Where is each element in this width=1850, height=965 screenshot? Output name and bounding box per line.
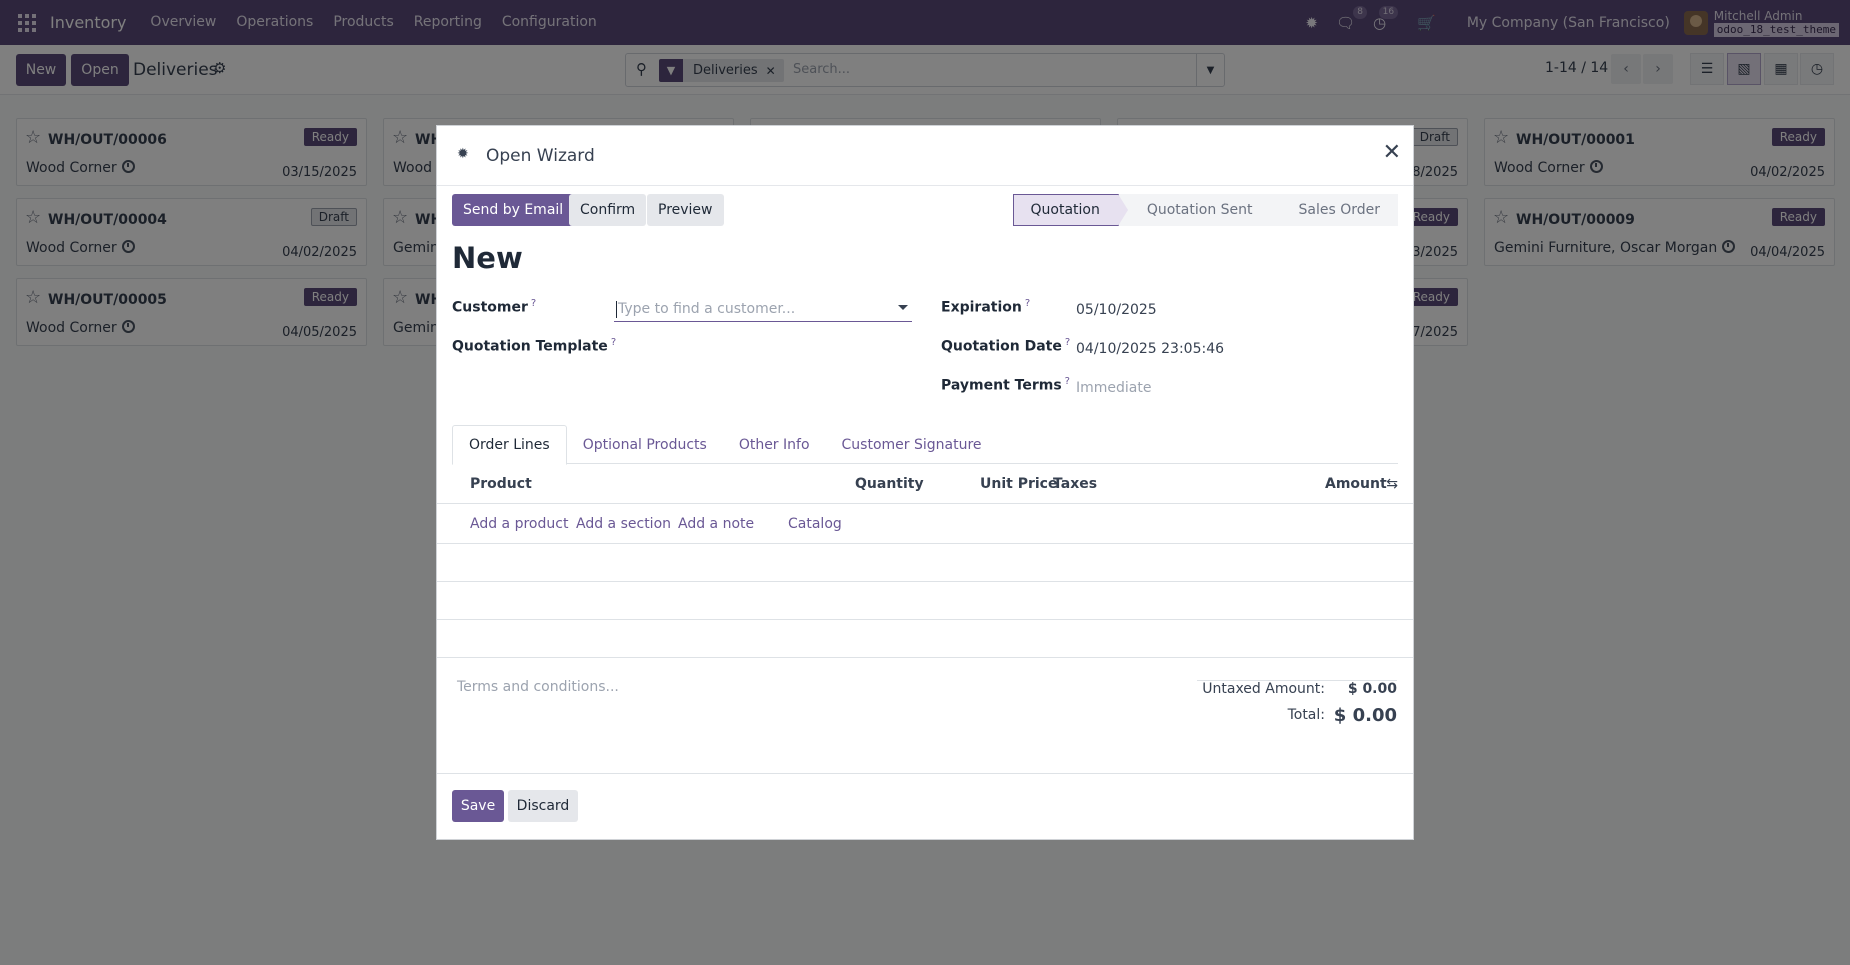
- close-icon[interactable]: ✕: [1383, 140, 1401, 165]
- dialog-title: Open Wizard: [486, 146, 595, 166]
- untaxed-amount-label: Untaxed Amount:: [1202, 681, 1325, 697]
- customer-placeholder: Type to find a customer...: [618, 301, 796, 317]
- column-quantity[interactable]: Quantity: [855, 476, 924, 492]
- status-quotation[interactable]: Quotation: [1012, 194, 1128, 226]
- empty-row: [437, 620, 1413, 658]
- dialog-header: ✹ Open Wizard ✕: [437, 126, 1413, 186]
- notebook-tabs: Order Lines Optional Products Other Info…: [452, 425, 1398, 465]
- tab-customer-signature[interactable]: Customer Signature: [826, 425, 998, 464]
- quotation-date-label-text: Quotation Date: [941, 338, 1062, 355]
- tab-other-info[interactable]: Other Info: [723, 425, 826, 464]
- payment-terms-label: Payment Terms?: [941, 376, 1070, 394]
- catalog-link[interactable]: Catalog: [788, 516, 842, 532]
- status-quotation-sent[interactable]: Quotation Sent: [1118, 194, 1281, 226]
- expiration-label: Expiration?: [941, 298, 1030, 316]
- column-unit-price[interactable]: Unit Price: [980, 476, 1057, 492]
- expiration-field[interactable]: 05/10/2025: [1076, 302, 1157, 318]
- empty-row: [437, 544, 1413, 582]
- add-line-row: Add a product Add a section Add a note C…: [437, 504, 1413, 544]
- payment-terms-field[interactable]: Immediate: [1076, 380, 1151, 396]
- column-taxes[interactable]: Taxes: [1053, 476, 1097, 492]
- confirm-button[interactable]: Confirm: [569, 194, 647, 226]
- help-tooltip-icon[interactable]: ?: [1025, 298, 1030, 309]
- column-amount[interactable]: Amount: [1325, 476, 1387, 492]
- bug-icon: ✹: [457, 146, 469, 162]
- column-product[interactable]: Product: [470, 476, 532, 492]
- chevron-down-icon[interactable]: [898, 305, 908, 310]
- help-tooltip-icon[interactable]: ?: [1065, 337, 1070, 348]
- status-sales-order-label: Sales Order: [1298, 202, 1381, 218]
- send-by-email-button[interactable]: Send by Email: [452, 194, 575, 226]
- status-quotation-sent-label: Quotation Sent: [1146, 202, 1253, 218]
- discard-button[interactable]: Discard: [508, 790, 578, 822]
- quotation-template-label-text: Quotation Template: [452, 338, 608, 355]
- customer-field[interactable]: Type to find a customer...: [614, 296, 912, 322]
- quotation-date-label: Quotation Date?: [941, 337, 1070, 355]
- empty-row: [437, 582, 1413, 620]
- order-lines-header: Product Quantity Unit Price Taxes Amount…: [437, 464, 1413, 504]
- payment-terms-label-text: Payment Terms: [941, 377, 1062, 394]
- status-quotation-label: Quotation: [1030, 202, 1100, 218]
- expiration-label-text: Expiration: [941, 299, 1022, 316]
- status-sales-order[interactable]: Sales Order: [1270, 194, 1398, 226]
- tab-optional-products[interactable]: Optional Products: [567, 425, 723, 464]
- help-tooltip-icon[interactable]: ?: [531, 298, 536, 309]
- customer-label: Customer?: [452, 298, 536, 316]
- record-name: New: [452, 241, 523, 275]
- add-product-link[interactable]: Add a product: [470, 516, 568, 532]
- help-tooltip-icon[interactable]: ?: [611, 337, 616, 348]
- quotation-template-label: Quotation Template?: [452, 337, 616, 355]
- text-caret: [616, 301, 617, 318]
- save-button[interactable]: Save: [452, 790, 504, 822]
- tab-order-lines[interactable]: Order Lines: [452, 425, 567, 465]
- add-section-link[interactable]: Add a section: [576, 516, 671, 532]
- open-wizard-dialog: ✹ Open Wizard ✕ Send by Email Confirm Pr…: [436, 125, 1414, 840]
- dialog-footer: Save Discard: [437, 773, 1413, 839]
- terms-and-conditions-field[interactable]: Terms and conditions...: [457, 679, 619, 695]
- help-tooltip-icon[interactable]: ?: [1065, 376, 1070, 387]
- status-bar: Quotation Quotation Sent Sales Order: [1012, 194, 1398, 226]
- total-value: $ 0.00: [1333, 705, 1397, 726]
- quotation-date-field[interactable]: 04/10/2025 23:05:46: [1076, 341, 1224, 357]
- untaxed-amount-value: $ 0.00: [1347, 681, 1397, 697]
- preview-button[interactable]: Preview: [647, 194, 724, 226]
- optional-columns-icon[interactable]: ⇆: [1386, 476, 1398, 492]
- add-note-link[interactable]: Add a note: [678, 516, 754, 532]
- customer-label-text: Customer: [452, 299, 528, 316]
